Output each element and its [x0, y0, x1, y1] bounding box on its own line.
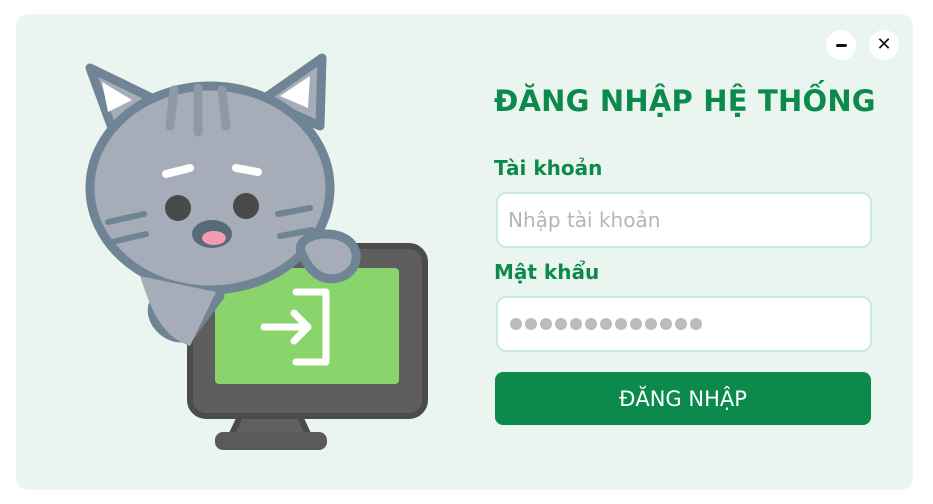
password-input[interactable]: [496, 296, 872, 352]
minimize-icon: [835, 43, 847, 47]
minimize-button[interactable]: [826, 30, 856, 60]
username-input[interactable]: [496, 192, 872, 248]
cat-illustration: [85, 53, 428, 450]
password-label: Mật khẩu: [494, 260, 600, 284]
login-button[interactable]: ĐĂNG NHẬP: [495, 372, 871, 425]
close-button[interactable]: ✕: [869, 30, 899, 60]
page-title: ĐĂNG NHẬP HỆ THỐNG: [494, 84, 876, 118]
close-icon: ✕: [876, 34, 892, 55]
username-label: Tài khoản: [494, 156, 603, 180]
